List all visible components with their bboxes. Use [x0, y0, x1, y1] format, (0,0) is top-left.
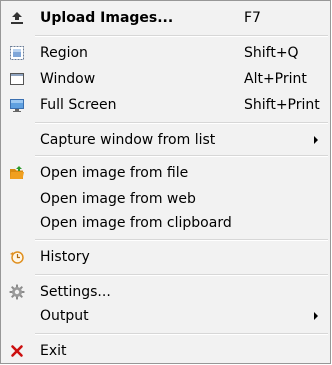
upload-icon [9, 10, 25, 26]
window-shortcut: Alt+Print [244, 71, 307, 87]
output-label: Output [40, 308, 89, 324]
submenu-arrow-icon [314, 312, 318, 320]
settings-label: Settings... [40, 284, 111, 300]
full-screen-shortcut: Shift+Print [244, 97, 320, 113]
menu-item-exit[interactable]: Exit [1, 339, 330, 363]
capture-window-from-list-label: Capture window from list [40, 132, 216, 148]
menu-item-open-image-from-web[interactable]: Open image from web [1, 187, 330, 211]
menu-item-settings[interactable]: Settings... [1, 280, 330, 304]
gear-icon [9, 284, 25, 300]
region-label: Region [40, 45, 88, 61]
separator [35, 35, 328, 37]
menu-item-open-image-from-clipboard[interactable]: Open image from clipboard [1, 211, 330, 235]
close-icon [9, 343, 25, 359]
history-icon [9, 249, 25, 265]
menu-item-open-image-from-file[interactable]: Open image from file [1, 161, 330, 185]
separator [35, 155, 328, 157]
window-label: Window [40, 71, 96, 87]
folder-icon [9, 165, 25, 181]
history-label: History [40, 249, 90, 265]
open-image-from-file-label: Open image from file [40, 165, 189, 181]
separator [35, 274, 328, 276]
tray-context-menu: Upload Images... F7 Region Shift+Q Windo… [0, 0, 331, 364]
open-image-from-web-label: Open image from web [40, 191, 196, 207]
region-shortcut: Shift+Q [244, 45, 299, 61]
upload-images-label: Upload Images... [40, 10, 174, 26]
menu-item-capture-window-from-list[interactable]: Capture window from list [1, 128, 330, 152]
menu-item-history[interactable]: History [1, 245, 330, 269]
submenu-arrow-icon [314, 136, 318, 144]
menu-item-window[interactable]: Window Alt+Print [1, 67, 330, 91]
exit-label: Exit [40, 343, 67, 359]
menu-item-output[interactable]: Output [1, 304, 330, 328]
menu-item-full-screen[interactable]: Full Screen Shift+Print [1, 93, 330, 117]
separator [35, 333, 328, 335]
upload-images-shortcut: F7 [244, 10, 261, 26]
region-icon [9, 45, 25, 61]
menu-item-upload-images[interactable]: Upload Images... F7 [1, 6, 330, 30]
monitor-icon [9, 97, 25, 113]
window-icon [9, 71, 25, 87]
separator [35, 239, 328, 241]
open-image-from-clipboard-label: Open image from clipboard [40, 215, 232, 231]
menu-item-region[interactable]: Region Shift+Q [1, 41, 330, 65]
separator [35, 122, 328, 124]
full-screen-label: Full Screen [40, 97, 117, 113]
